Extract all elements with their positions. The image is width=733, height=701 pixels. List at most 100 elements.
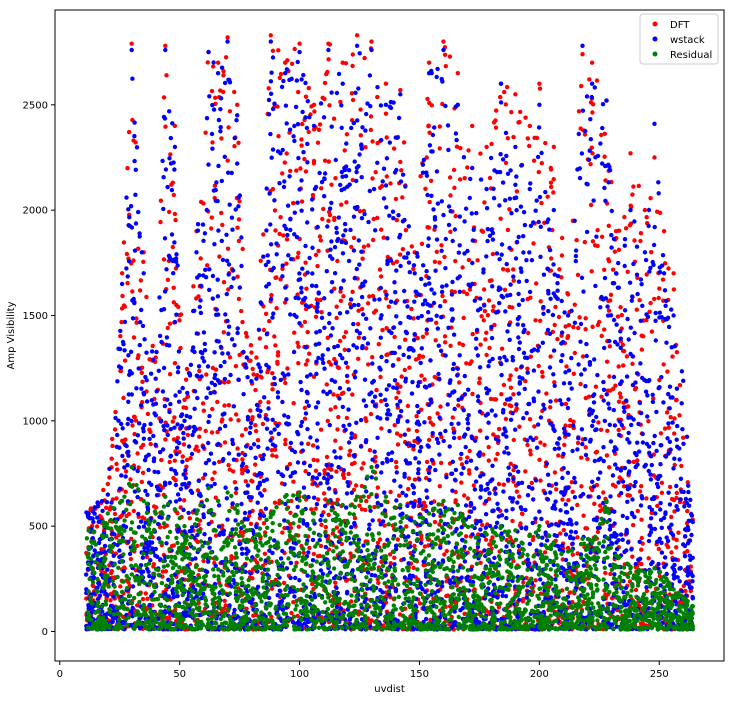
data-point [572,302,577,307]
data-point [452,227,458,232]
data-point [506,465,511,470]
data-point [439,243,444,248]
data-point [200,222,206,227]
data-point [587,407,593,412]
data-point [441,39,446,44]
data-point [429,149,434,154]
data-point [507,337,512,342]
data-point [164,335,170,340]
data-point [243,479,248,484]
data-point [185,432,190,438]
data-point [570,489,575,494]
data-point [483,413,489,418]
data-point [618,395,623,400]
data-point [235,102,240,108]
data-point [415,383,421,389]
data-point [602,418,607,424]
data-point [298,166,303,171]
data-point [273,228,278,233]
data-point [310,271,315,276]
data-point [545,472,551,477]
data-point [406,534,411,539]
data-point [305,391,310,396]
data-point [414,428,420,434]
data-point [270,186,276,192]
data-point [573,253,579,259]
data-point [534,445,540,450]
data-point [649,329,655,334]
data-point [301,550,306,555]
data-point [686,483,691,488]
data-point [266,406,271,411]
data-point [403,184,408,189]
data-point [508,373,513,378]
data-point [236,195,241,200]
data-point [652,296,657,302]
data-point [225,35,230,40]
data-point [356,335,361,340]
data-point [141,442,146,448]
data-point [601,490,606,495]
data-point [270,453,275,458]
data-point [520,511,525,517]
data-point [123,489,128,494]
data-point [299,143,304,148]
data-point [165,277,171,282]
data-point [197,491,202,496]
data-point [271,311,276,316]
data-point [374,387,379,393]
data-point [209,131,215,137]
data-point [626,404,631,409]
data-point [140,515,145,520]
data-point [216,117,222,123]
data-point [291,134,296,139]
data-point [401,557,406,562]
data-point [652,155,657,160]
data-point [155,554,160,559]
data-point [499,252,504,257]
data-point [163,167,169,172]
data-point [272,208,278,213]
data-point [146,467,151,473]
data-point [634,272,640,277]
data-point [511,437,516,443]
data-point [206,162,211,167]
data-point [342,148,347,153]
data-point [395,537,400,542]
data-point [240,551,245,556]
data-point [201,359,207,364]
data-point [511,267,516,272]
data-point [295,340,300,345]
data-point [491,196,497,201]
data-point [296,250,301,256]
data-point [526,401,531,407]
data-point [195,395,200,401]
data-point [135,433,141,438]
data-point [575,447,580,452]
data-point [321,360,326,366]
data-point [298,379,303,385]
data-point [542,490,548,496]
data-point [379,354,384,360]
data-point [167,109,172,114]
data-point [498,152,503,157]
data-point [563,401,569,407]
data-point [167,610,172,615]
data-point [285,466,290,471]
data-point [646,223,651,229]
data-point [156,368,161,373]
data-point [601,379,606,385]
data-point [595,372,600,378]
data-point [653,338,658,343]
data-point [125,280,130,286]
data-point [112,427,118,432]
data-point [537,81,542,86]
data-point [381,602,386,608]
data-point [338,182,343,188]
data-point [499,392,504,397]
data-point [126,353,131,358]
data-point [274,454,279,459]
data-point [631,261,636,267]
data-point [422,420,427,425]
data-point [569,355,574,361]
